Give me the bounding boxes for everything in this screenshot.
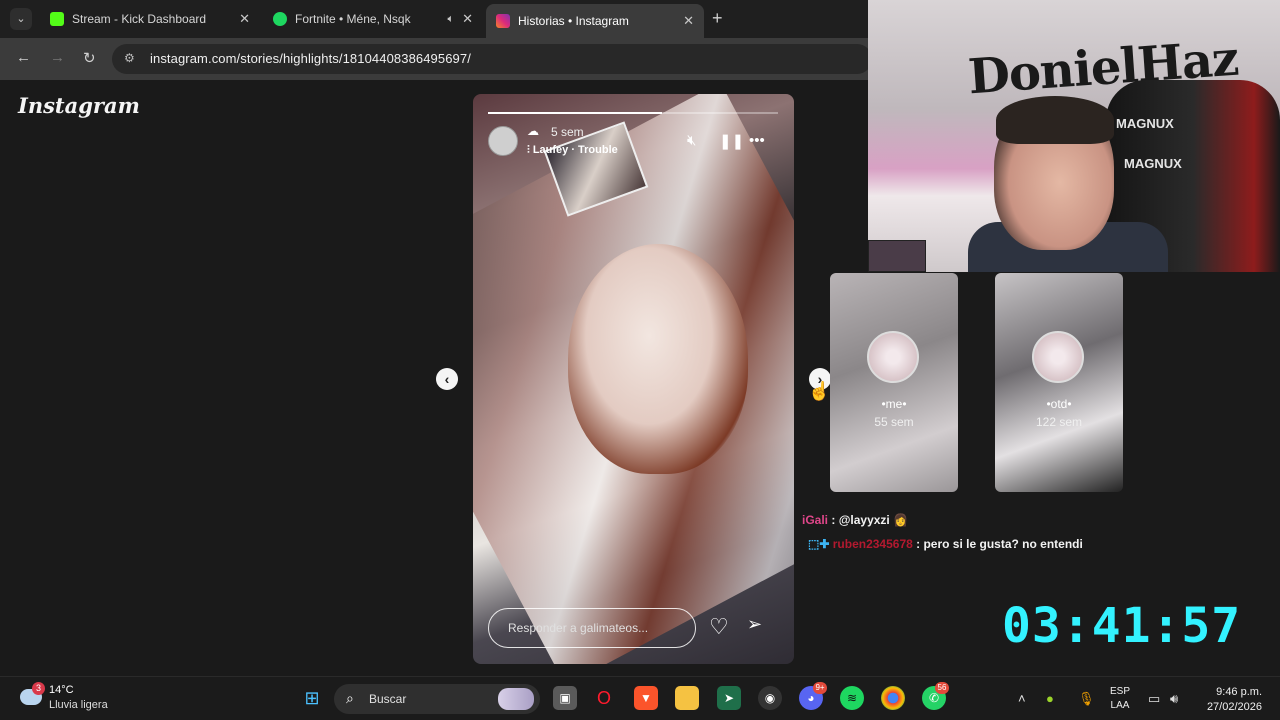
emoji-icon: 👩 <box>893 513 909 527</box>
back-arrow-icon[interactable]: ← <box>16 49 31 66</box>
mini-preview-thumbnail <box>868 240 926 272</box>
reload-icon[interactable]: ↻ <box>83 49 96 67</box>
story-photo-subject <box>568 244 748 474</box>
streamer-hair <box>996 96 1114 144</box>
url-text[interactable]: instagram.com/stories/highlights/1810440… <box>150 51 471 66</box>
mouse-pointer-icon: ☝ <box>808 381 831 401</box>
story-time: 5 sem <box>551 125 584 139</box>
chrome-icon[interactable] <box>881 686 905 710</box>
new-tab-button[interactable]: + <box>712 8 723 29</box>
chat-badges-icon: ⬚✚ <box>808 537 833 551</box>
highlight-name: •otd• <box>1046 397 1072 411</box>
story-progress-bar <box>488 112 778 114</box>
highlight-cover <box>1032 331 1084 383</box>
chat-message: ⬚✚ ruben2345678 : pero si le gusta? no e… <box>808 537 1083 551</box>
forward-arrow-icon[interactable]: → <box>50 49 65 66</box>
speaker-icon[interactable]: 🔈︎ <box>447 13 454 26</box>
close-tab-icon[interactable]: ✕ <box>683 13 694 29</box>
keyboard-layout: LAA <box>1110 700 1130 711</box>
file-explorer-icon[interactable] <box>675 686 699 710</box>
chat-text: pero si le gusta? no entendi <box>923 537 1083 551</box>
browser-tab-strip: ⌄ Stream - Kick Dashboard ✕ Fortnite • M… <box>0 0 868 38</box>
windows-taskbar: 3 14°C Lluvia ligera ⊞ ⌕ Buscar ▣ O ▼ ➤ … <box>0 676 1280 720</box>
chat-separator: : <box>828 513 839 527</box>
volume-icon[interactable]: 🔊︎ <box>1170 691 1178 707</box>
instagram-logo[interactable]: Instagram <box>18 93 140 118</box>
chat-message: iGali : @layyxzi 👩 <box>802 513 908 527</box>
reply-input[interactable]: Responder a galimateos... <box>488 608 696 648</box>
highlight-age: 55 sem <box>874 415 914 429</box>
highlight-name: •me• <box>881 397 907 411</box>
tab-title: Stream - Kick Dashboard <box>72 12 207 26</box>
weather-temperature[interactable]: 14°C <box>49 684 74 696</box>
task-view-icon[interactable]: ▣ <box>553 686 577 710</box>
highlight-age: 122 sem <box>1035 415 1083 429</box>
weather-condition[interactable]: Lluvia ligera <box>49 699 108 711</box>
chat-username: iGali <box>802 513 829 527</box>
address-bar[interactable]: ⚙ instagram.com/stories/highlights/18104… <box>112 44 872 74</box>
language-code: ESP <box>1110 686 1131 697</box>
kick-favicon-icon <box>50 12 64 26</box>
weather-badge: 3 <box>32 682 45 695</box>
taskbar-search[interactable]: ⌕ Buscar <box>334 684 540 714</box>
mute-icon[interactable]: 🔇︎ <box>687 132 696 149</box>
send-icon[interactable]: ➢ <box>747 614 762 635</box>
highlight-card-me[interactable]: •me• 55 sem <box>830 273 958 492</box>
like-heart-icon[interactable]: ♡ <box>709 614 729 640</box>
tab-title: Fortnite • Méne, Nsqk <box>295 12 411 26</box>
screen: ⌄ Stream - Kick Dashboard ✕ Fortnite • M… <box>0 0 1280 720</box>
instagram-favicon-icon <box>496 14 510 28</box>
tab-spotify[interactable]: Fortnite • Méne, Nsqk 🔈︎ ✕ <box>263 4 483 34</box>
weather-emoji-icon: ☁ <box>527 124 539 138</box>
tab-kick-dashboard[interactable]: Stream - Kick Dashboard ✕ <box>40 4 260 34</box>
tray-app-icon[interactable]: ● <box>1046 691 1054 706</box>
previous-story-button[interactable]: ‹ <box>436 368 458 390</box>
discord-badge: 9+ <box>813 682 827 694</box>
microphone-icon[interactable]: 🎙︎ <box>1078 691 1095 707</box>
app-icon[interactable]: ➤ <box>717 686 741 710</box>
site-settings-icon[interactable]: ⚙ <box>124 51 135 65</box>
stream-timer: 03:41:57 <box>1002 598 1242 654</box>
clock-time: 9:46 p.m. <box>1216 686 1262 698</box>
music-title: Laufey · Trouble <box>532 144 618 156</box>
language-indicator[interactable]: ESP LAA <box>1110 685 1130 713</box>
spotify-favicon-icon <box>273 12 287 26</box>
story-avatar[interactable] <box>488 126 518 156</box>
chat-username: ruben2345678 <box>832 537 913 551</box>
chair-brand-label: MAGNUX <box>1124 156 1182 171</box>
more-options-icon[interactable]: ••• <box>749 132 765 149</box>
tab-title: Historias • Instagram <box>518 14 629 28</box>
system-clock[interactable]: 9:46 p.m. 27/02/2026 <box>1200 685 1262 715</box>
reply-placeholder: Responder a galimateos... <box>508 621 649 635</box>
whatsapp-badge: 56 <box>935 682 949 694</box>
obs-icon[interactable]: ◉ <box>758 686 782 710</box>
close-tab-icon[interactable]: ✕ <box>462 11 473 27</box>
opera-icon[interactable]: O <box>592 686 616 710</box>
chat-text: @layyxzi <box>838 513 890 527</box>
brave-icon[interactable]: ▼ <box>634 686 658 710</box>
webcam-overlay: DonielHaz MAGNUX MAGNUX <box>868 0 1280 272</box>
story-viewer[interactable]: ☁ 5 sem ⫶ Laufey · Trouble 🔇︎ ❚❚ ••• Res… <box>473 94 794 664</box>
close-tab-icon[interactable]: ✕ <box>239 11 250 27</box>
story-progress-fill <box>488 112 662 114</box>
browser-toolbar: ← → ↻ ⚙ instagram.com/stories/highlights… <box>0 38 872 80</box>
clock-date: 27/02/2026 <box>1206 701 1262 713</box>
story-music-label[interactable]: ⫶ Laufey · Trouble <box>527 144 618 157</box>
network-icon[interactable]: ▭ <box>1148 691 1160 707</box>
windows-start-icon[interactable]: ⊞ <box>300 686 324 710</box>
search-icon: ⌕ <box>346 690 354 706</box>
search-label: Buscar <box>369 692 407 706</box>
tab-instagram[interactable]: Historias • Instagram ✕ <box>486 4 704 38</box>
spotify-icon[interactable]: ≋ <box>840 686 864 710</box>
search-highlight-art <box>498 688 534 710</box>
tab-search-chevron-icon[interactable]: ⌄ <box>10 8 32 30</box>
chat-separator: : <box>912 537 924 551</box>
chair-brand-label: MAGNUX <box>1116 116 1174 131</box>
highlight-cover <box>867 331 919 383</box>
highlight-card-otd[interactable]: •otd• 122 sem <box>995 273 1123 492</box>
pause-icon[interactable]: ❚❚ <box>719 132 744 150</box>
show-hidden-icons-chevron-icon[interactable]: ˄ <box>1018 691 1026 706</box>
